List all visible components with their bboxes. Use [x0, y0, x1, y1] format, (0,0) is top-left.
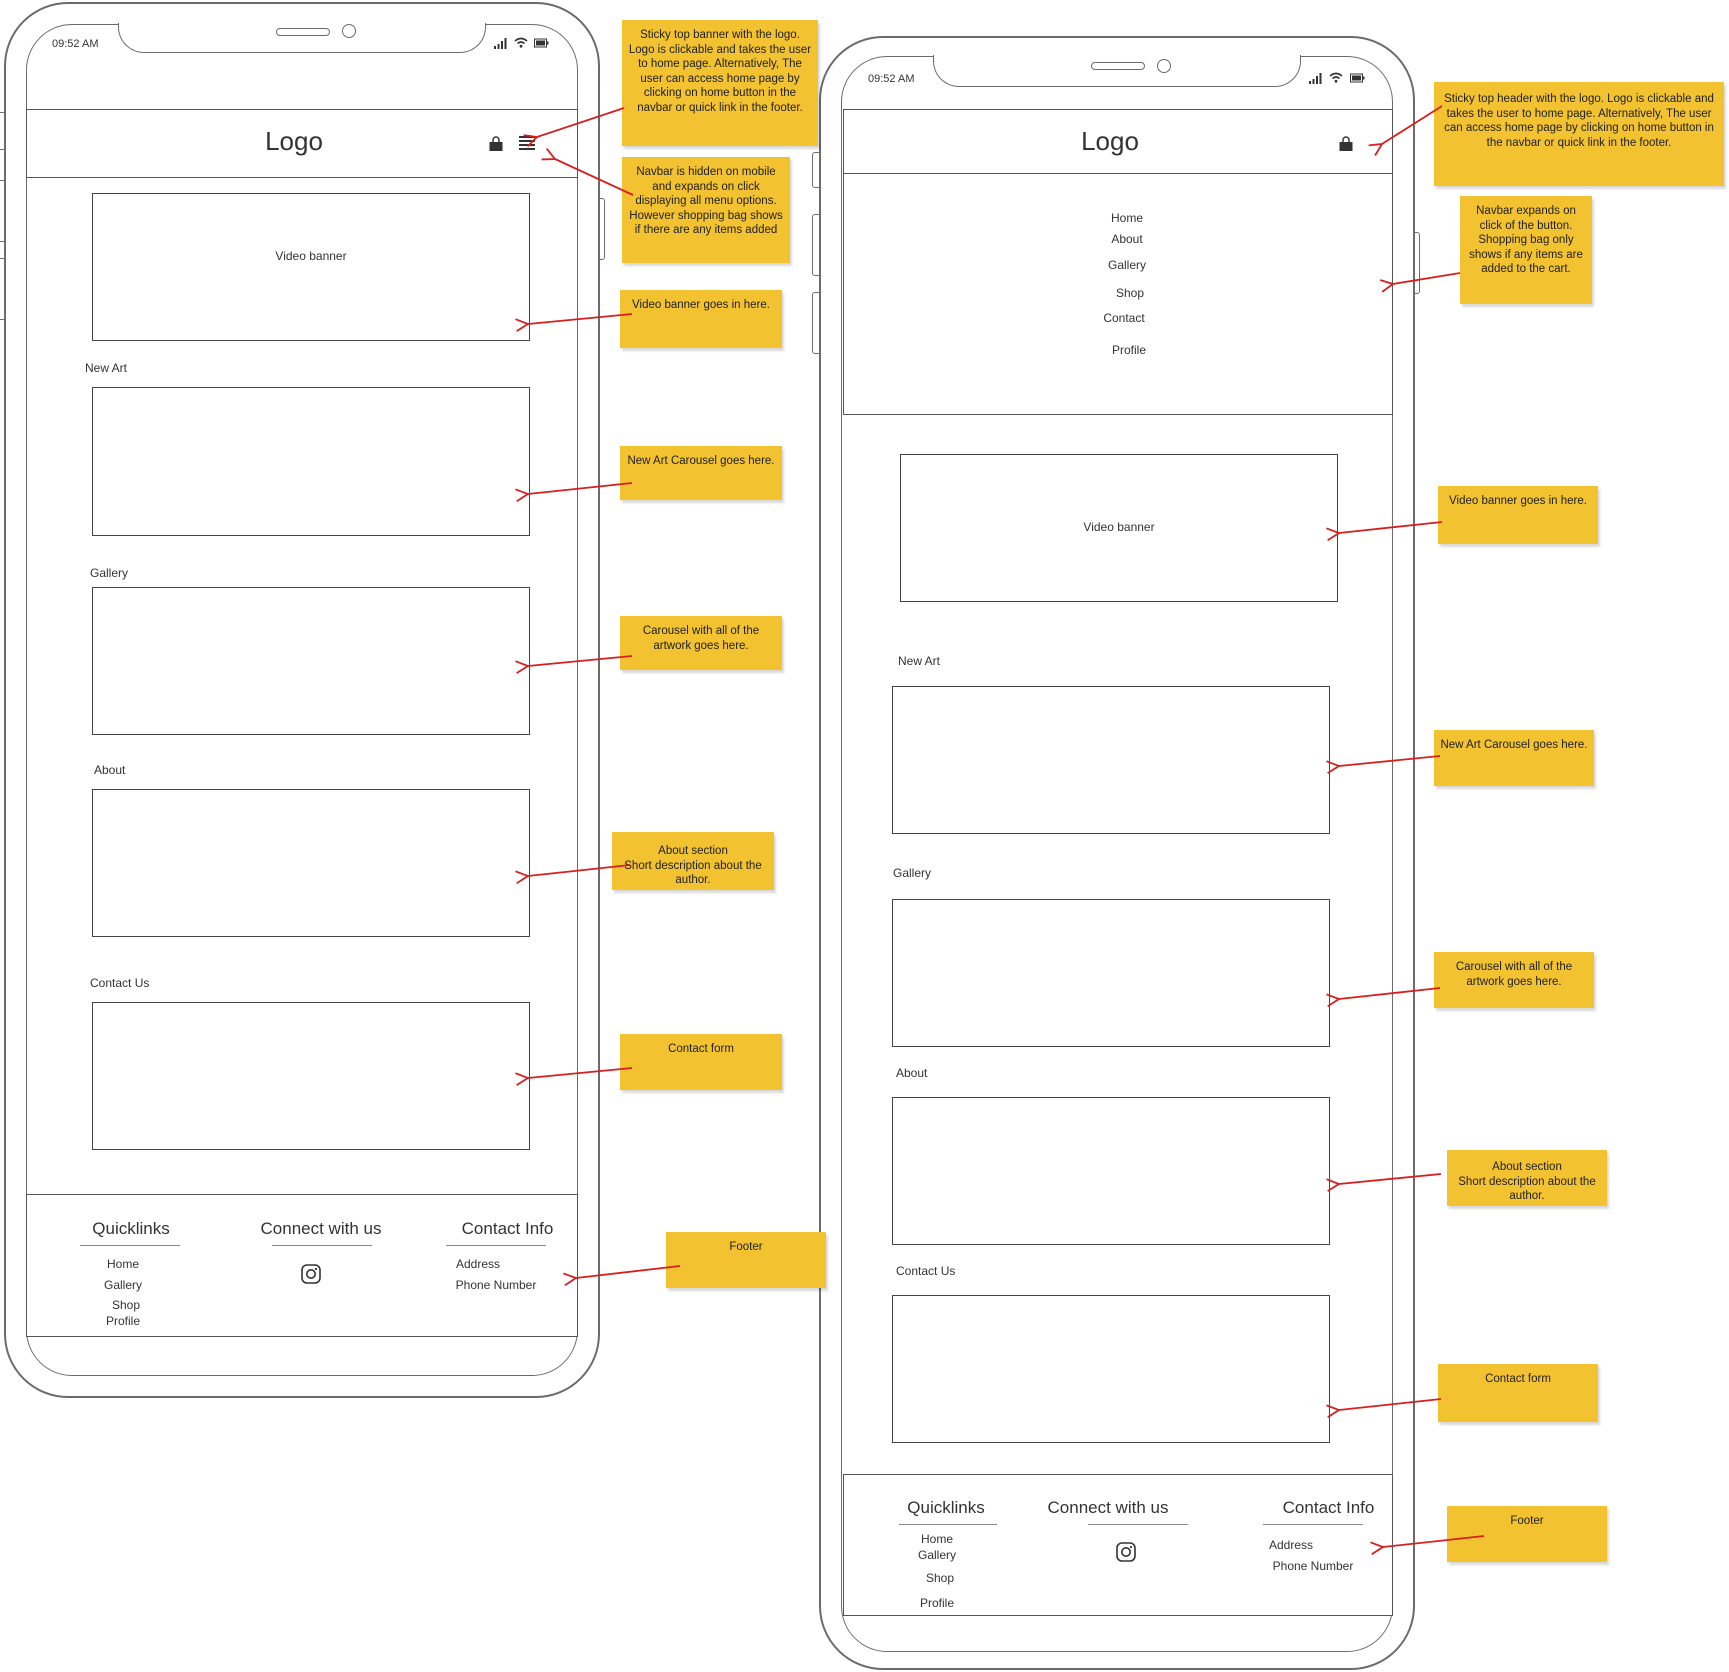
nav-link-profile[interactable]: Profile: [1079, 343, 1179, 357]
footer-link-profile[interactable]: Profile: [897, 1596, 977, 1610]
gallery-carousel: [92, 587, 530, 735]
note-left-video: Video banner goes in here.: [620, 290, 782, 348]
camera: [342, 24, 356, 38]
footer-link-shop[interactable]: Shop: [900, 1571, 980, 1585]
note-left-about-line1: About section: [658, 845, 728, 857]
footer-rule: [1088, 1524, 1188, 1525]
note-left-new-art: New Art Carousel goes here.: [620, 446, 782, 500]
footer-rule: [80, 1245, 180, 1246]
note-right-gallery: Carousel with all of the artwork goes he…: [1434, 952, 1594, 1008]
note-left-about-line2: Short description about the author.: [624, 859, 762, 887]
note-right-about-line1: About section: [1492, 1161, 1562, 1173]
note-right-video: Video banner goes in here.: [1438, 486, 1598, 544]
gallery-carousel: [892, 899, 1330, 1047]
about-section: [92, 789, 530, 937]
contact-form: [92, 1002, 530, 1150]
battery-icon: [534, 38, 549, 48]
section-label-new-art: New Art: [898, 654, 941, 668]
shopping-bag-icon[interactable]: [488, 136, 504, 152]
note-right-footer: Footer: [1447, 1506, 1607, 1562]
footer-link-gallery[interactable]: Gallery: [83, 1278, 163, 1292]
footer-rule: [446, 1245, 546, 1246]
status-time: 09:52 AM: [52, 38, 99, 50]
footer-contact-address: Address: [1268, 1538, 1314, 1552]
note-left-navbar: Navbar is hidden on mobile and expands o…: [622, 157, 790, 263]
phone-left: 09:52 AM Logo Video banner New Art Galle…: [0, 0, 610, 1400]
footer-link-home[interactable]: Home: [83, 1257, 163, 1271]
wifi-icon: [1329, 72, 1343, 83]
instagram-icon[interactable]: [1116, 1542, 1136, 1562]
shopping-bag-icon[interactable]: [1338, 136, 1354, 152]
note-left-gallery: Carousel with all of the artwork goes he…: [620, 616, 782, 670]
section-label-contact-us: Contact Us: [90, 976, 150, 990]
footer-link-profile[interactable]: Profile: [83, 1314, 163, 1328]
footer-link-gallery[interactable]: Gallery: [897, 1548, 977, 1562]
section-label-gallery: Gallery: [893, 866, 932, 880]
signal-icon: [1309, 73, 1323, 84]
footer-connect-title: Connect with us: [260, 1219, 382, 1238]
footer-connect-title: Connect with us: [1047, 1498, 1169, 1517]
phone-right: 09:52 AM Logo Home About Gallery Shop Co…: [812, 34, 1425, 1672]
note-right-contact: Contact form: [1438, 1364, 1598, 1422]
battery-icon: [1350, 73, 1365, 83]
note-right-new-art: New Art Carousel goes here.: [1434, 730, 1594, 786]
section-label-about: About: [94, 763, 126, 777]
speaker: [1091, 62, 1145, 70]
section-label-new-art: New Art: [85, 361, 128, 375]
nav-link-about[interactable]: About: [1077, 232, 1177, 246]
note-right-header: Sticky top header with the logo. Logo is…: [1434, 82, 1724, 186]
section-label-contact-us: Contact Us: [896, 1264, 956, 1278]
new-art-carousel: [92, 387, 530, 536]
video-banner-label: Video banner: [275, 249, 347, 263]
video-banner-label: Video banner: [1083, 520, 1155, 534]
footer-contact-phone: Phone Number: [1272, 1559, 1354, 1573]
wifi-icon: [514, 37, 528, 48]
contact-form: [892, 1295, 1330, 1443]
footer-quicklinks-title: Quicklinks: [907, 1498, 985, 1517]
footer-quicklinks-title: Quicklinks: [92, 1219, 170, 1238]
note-right-about: About section Short description about th…: [1447, 1150, 1607, 1206]
phone-notch: [933, 55, 1301, 87]
nav-link-gallery[interactable]: Gallery: [1077, 258, 1177, 272]
speaker: [276, 28, 330, 36]
video-banner: [92, 193, 530, 341]
nav-link-home[interactable]: Home: [1077, 211, 1177, 225]
footer-link-shop[interactable]: Shop: [86, 1298, 166, 1312]
section-label-about: About: [896, 1066, 928, 1080]
nav-link-shop[interactable]: Shop: [1080, 286, 1180, 300]
footer-contact-title: Contact Info: [1282, 1498, 1375, 1517]
instagram-icon[interactable]: [301, 1264, 321, 1284]
new-art-carousel: [892, 686, 1330, 834]
note-right-navbar: Navbar expands on click of the button. S…: [1460, 196, 1592, 304]
footer-rule: [1263, 1524, 1363, 1525]
hamburger-menu-icon[interactable]: [519, 136, 535, 150]
note-left-footer: Footer: [666, 1232, 826, 1288]
footer-contact-title: Contact Info: [461, 1219, 554, 1238]
note-right-about-line2: Short description about the author.: [1458, 1175, 1596, 1203]
note-left-about: About section Short description about th…: [612, 832, 774, 890]
footer-contact-phone: Phone Number: [455, 1278, 537, 1292]
footer-rule: [899, 1524, 997, 1525]
note-left-contact: Contact form: [620, 1034, 782, 1090]
status-time: 09:52 AM: [868, 73, 915, 85]
logo[interactable]: Logo: [236, 126, 352, 157]
signal-icon: [494, 38, 508, 49]
camera: [1157, 59, 1171, 73]
section-label-gallery: Gallery: [90, 566, 129, 580]
footer-rule: [272, 1245, 372, 1246]
footer-contact-address: Address: [455, 1257, 501, 1271]
note-left-header: Sticky top banner with the logo. Logo is…: [622, 20, 818, 146]
logo[interactable]: Logo: [1052, 126, 1168, 157]
about-section: [892, 1097, 1330, 1245]
footer-link-home[interactable]: Home: [897, 1532, 977, 1546]
nav-link-contact[interactable]: Contact: [1074, 311, 1174, 325]
